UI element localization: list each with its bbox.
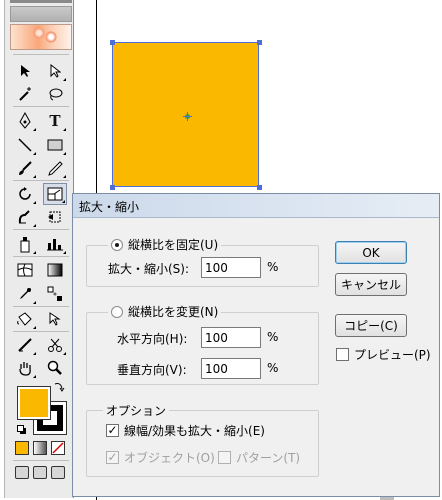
symbol-sprayer-tool-icon[interactable] (13, 233, 37, 255)
color-mode-icon[interactable] (15, 441, 29, 455)
nonuniform-radio-button[interactable] (111, 305, 123, 318)
toolbox-title-grip[interactable] (10, 6, 72, 22)
dialog-title: 拡大・縮小 (79, 200, 140, 214)
full-screen-menu-mode-icon[interactable] (33, 466, 47, 479)
shape-center-crosshair (183, 112, 192, 121)
cancel-button[interactable]: キャンセル (335, 273, 407, 296)
full-screen-mode-icon[interactable] (51, 466, 65, 479)
uniform-radio-row[interactable]: 縦横比を固定(U) (108, 236, 222, 253)
patterns-row: パターン(T) (218, 449, 300, 466)
options-legend: オプション (103, 402, 170, 419)
selection-handle[interactable] (110, 40, 115, 45)
scissors-tool-icon[interactable] (43, 334, 67, 356)
preview-label: プレビュー(P) (354, 348, 431, 362)
pencil-tool-icon[interactable] (43, 157, 67, 179)
scale-unit: % (267, 260, 279, 274)
fill-color-swatch[interactable] (17, 386, 51, 420)
objects-label: オブジェクト(O) (124, 451, 215, 465)
free-transform-tool-icon[interactable] (43, 206, 67, 228)
rotate-tool-icon[interactable] (13, 183, 37, 205)
scale-strokes-label: 線幅/効果も拡大・縮小(E) (124, 424, 265, 438)
scale-strokes-row[interactable]: ✓ 線幅/効果も拡大・縮小(E) (106, 422, 265, 439)
horizontal-label: 水平方向(H): (117, 332, 188, 346)
uniform-radio-label: 縦横比を固定(U) (128, 238, 219, 252)
live-paint-selection-icon[interactable] (43, 308, 67, 330)
toolbox-divider (13, 256, 69, 257)
scale-tool-icon[interactable] (43, 183, 67, 205)
horizontal-percent-field[interactable] (201, 327, 261, 348)
warp-tool-icon[interactable] (13, 206, 37, 228)
toolbox-panel: T (4, 0, 74, 498)
column-graph-tool-icon[interactable] (43, 233, 67, 255)
pen-tool-icon[interactable] (13, 110, 37, 132)
none-mode-icon[interactable] (51, 441, 65, 455)
toolbox-divider (13, 229, 69, 230)
toolbox-divider (13, 54, 69, 55)
gradient-tool-icon[interactable] (43, 259, 67, 281)
copy-button[interactable]: コピー(C) (335, 314, 407, 337)
lasso-tool-icon[interactable] (43, 83, 67, 105)
type-tool-glyph: T (49, 111, 61, 130)
standard-screen-mode-icon[interactable] (15, 466, 29, 479)
swap-fill-stroke-icon[interactable] (53, 380, 65, 392)
ok-button[interactable]: OK (335, 241, 407, 264)
scale-dialog: 拡大・縮小 縦横比を固定(U) 拡大・縮小(S): % 縦横比を変更(N) 水平… (72, 193, 440, 497)
type-tool-icon[interactable]: T (43, 110, 67, 132)
magic-wand-icon[interactable] (13, 83, 37, 105)
preview-row[interactable]: プレビュー(P) (336, 346, 431, 363)
vertical-unit: % (267, 361, 279, 375)
objects-checkbox: ✓ (106, 450, 119, 464)
dialog-titlebar[interactable]: 拡大・縮小 (73, 194, 439, 218)
toolbox-top-strip (10, 0, 72, 3)
horizontal-unit: % (267, 330, 279, 344)
gradient-mode-icon[interactable] (33, 441, 47, 455)
hand-tool-icon[interactable] (13, 357, 37, 379)
selection-handle[interactable] (110, 185, 115, 190)
zoom-tool-icon[interactable] (43, 357, 67, 379)
mesh-tool-icon[interactable] (13, 259, 37, 281)
default-colors-icon[interactable] (17, 424, 26, 434)
scale-label: 拡大・縮小(S): (108, 262, 190, 276)
patterns-label: パターン(T) (236, 451, 301, 465)
options-group (86, 410, 319, 477)
nonuniform-radio-label: 縦横比を変更(N) (128, 305, 219, 319)
selection-handle[interactable] (257, 185, 262, 190)
scale-strokes-checkbox[interactable]: ✓ (106, 424, 119, 437)
nonuniform-radio-row[interactable]: 縦横比を変更(N) (108, 303, 222, 320)
scale-percent-field[interactable] (201, 257, 261, 278)
uniform-radio-button[interactable] (111, 238, 123, 251)
toolbox-divider (13, 331, 69, 332)
app-logo[interactable] (10, 24, 72, 50)
paintbrush-tool-icon[interactable] (13, 157, 37, 179)
live-paint-bucket-icon[interactable] (13, 308, 37, 330)
direct-selection-tool-icon[interactable] (43, 60, 67, 82)
toolbox-divider (13, 306, 69, 307)
blend-tool-icon[interactable] (43, 283, 67, 305)
rectangle-tool-icon[interactable] (43, 134, 67, 156)
toolbox-divider (13, 180, 69, 181)
selection-handle[interactable] (257, 40, 262, 45)
selection-tool-arrow-icon[interactable] (13, 60, 37, 82)
eyedropper-tool-icon[interactable] (13, 283, 37, 305)
line-segment-tool-icon[interactable] (13, 134, 37, 156)
toolbox-divider (13, 106, 69, 107)
slice-tool-icon[interactable] (13, 334, 37, 356)
objects-row: ✓ オブジェクト(O) (106, 449, 215, 466)
vertical-label: 垂直方向(V): (117, 363, 187, 377)
toolbox-divider (13, 460, 69, 461)
vertical-percent-field[interactable] (201, 358, 261, 379)
preview-checkbox[interactable] (336, 348, 349, 361)
patterns-checkbox (218, 451, 231, 464)
